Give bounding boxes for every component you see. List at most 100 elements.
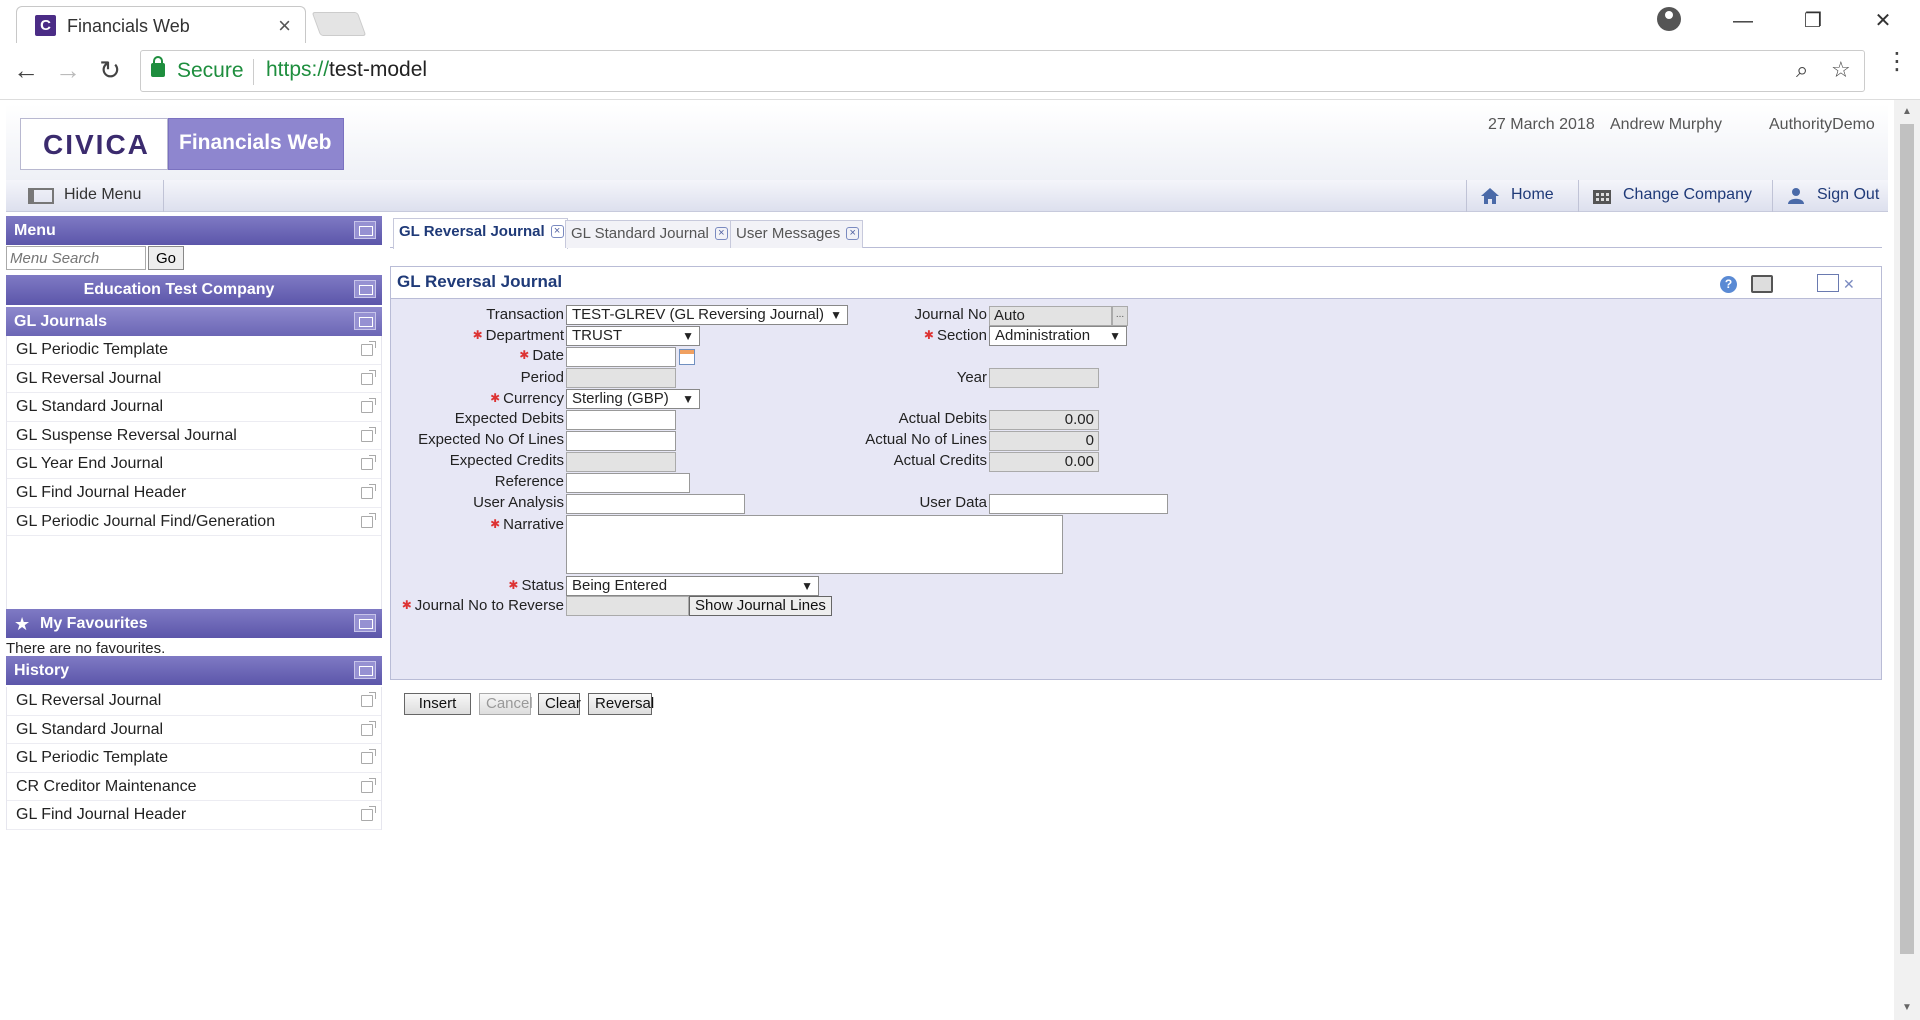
history-item-label: GL Reversal Journal: [16, 692, 162, 709]
open-external-icon[interactable]: [361, 777, 376, 793]
narrative-textarea[interactable]: [566, 515, 1063, 574]
open-external-icon[interactable]: [361, 341, 376, 356]
user-data-input[interactable]: [989, 494, 1168, 514]
back-arrow-icon[interactable]: ←: [8, 55, 44, 86]
sign-out-label: Sign Out: [1817, 186, 1880, 203]
company-toggle-icon[interactable]: [354, 280, 376, 298]
home-link[interactable]: Home: [1466, 180, 1578, 212]
company-header[interactable]: Education Test Company: [6, 275, 382, 305]
app-header: CIVICA Financials Web 27 March 2018 Andr…: [6, 104, 1888, 182]
open-external-icon[interactable]: [361, 806, 376, 822]
page-scrollbar[interactable]: ▲ ▼: [1894, 100, 1920, 1020]
open-external-icon[interactable]: [361, 398, 376, 414]
menu-list: GL Periodic Template GL Reversal Journal…: [6, 336, 382, 609]
popout-window-icon[interactable]: [1817, 274, 1839, 292]
profile-icon[interactable]: [1657, 7, 1681, 31]
open-external-icon[interactable]: [361, 455, 376, 471]
section-select[interactable]: Administration ▼: [989, 326, 1127, 346]
sign-out-link[interactable]: Sign Out: [1772, 180, 1888, 212]
change-company-link[interactable]: Change Company: [1578, 180, 1772, 212]
scroll-down-icon[interactable]: ▼: [1902, 1002, 1912, 1013]
open-external-icon[interactable]: [361, 512, 376, 528]
menu-item-gl-suspense-reversal-journal[interactable]: GL Suspense Reversal Journal: [7, 422, 381, 451]
history-item[interactable]: GL Periodic Template: [7, 744, 381, 773]
civica-logo: CIVICA: [20, 118, 168, 170]
window-close-icon[interactable]: ✕: [1860, 6, 1906, 36]
open-external-icon[interactable]: [361, 426, 376, 442]
tab-close-icon[interactable]: ×: [278, 13, 291, 39]
url-scheme: https://: [266, 58, 330, 81]
open-external-icon[interactable]: [361, 483, 376, 499]
expected-credits-input: [566, 452, 676, 472]
date-input[interactable]: [566, 347, 676, 367]
hide-menu-button[interactable]: Hide Menu: [16, 180, 164, 212]
department-select[interactable]: TRUST ▼: [566, 326, 700, 346]
reference-input[interactable]: [566, 473, 690, 493]
menu-search-go-button[interactable]: Go: [148, 246, 184, 270]
scrollbar-thumb[interactable]: [1900, 124, 1914, 954]
tab-user-messages[interactable]: User Messages ×: [730, 220, 864, 248]
open-external-icon[interactable]: [361, 369, 376, 385]
menu-group-title: GL Journals: [14, 313, 108, 330]
menu-item-gl-standard-journal[interactable]: GL Standard Journal: [7, 393, 381, 422]
open-external-icon[interactable]: [361, 692, 376, 707]
user-analysis-input[interactable]: [566, 494, 745, 514]
tab-gl-standard-journal[interactable]: GL Standard Journal ×: [565, 220, 732, 248]
history-item[interactable]: CR Creditor Maintenance: [7, 773, 381, 802]
tab-gl-reversal-journal[interactable]: GL Reversal Journal ×: [393, 218, 568, 249]
panel-toggle-icon[interactable]: [354, 221, 376, 239]
status-select[interactable]: Being Entered ▼: [566, 576, 819, 596]
journal-lookup-button[interactable]: ...: [1112, 306, 1128, 326]
close-tab-icon[interactable]: ×: [550, 225, 564, 238]
expected-lines-input[interactable]: [566, 431, 676, 451]
expected-debits-label: Expected Debits: [454, 410, 564, 427]
clear-button[interactable]: Clear: [538, 693, 581, 715]
section-value: Administration: [995, 327, 1091, 344]
menu-item-label: GL Find Journal Header: [16, 483, 187, 501]
open-external-icon[interactable]: [361, 749, 376, 765]
favourites-panel-header: ★ My Favourites: [6, 609, 382, 638]
menu-item-gl-year-end-journal[interactable]: GL Year End Journal: [7, 450, 381, 479]
history-item[interactable]: GL Standard Journal: [7, 716, 381, 745]
menu-item-gl-periodic-journal-find[interactable]: GL Periodic Journal Find/Generation: [7, 508, 381, 537]
new-tab-button[interactable]: [311, 12, 367, 36]
calendar-icon[interactable]: [679, 349, 695, 365]
help-icon[interactable]: ?: [1720, 276, 1737, 293]
forward-arrow-icon[interactable]: →: [50, 55, 86, 86]
scroll-up-icon[interactable]: ▲: [1902, 106, 1912, 117]
reversal-button[interactable]: Reversal: [588, 693, 654, 715]
history-toggle-icon[interactable]: [354, 661, 376, 679]
form-title: GL Reversal Journal: [397, 272, 563, 291]
bookmark-star-icon[interactable]: ☆: [1831, 57, 1851, 83]
close-tab-icon[interactable]: ×: [714, 227, 728, 240]
expected-debits-input[interactable]: [566, 410, 676, 430]
menu-item-gl-reversal-journal[interactable]: GL Reversal Journal: [7, 365, 381, 394]
favourites-toggle-icon[interactable]: [354, 614, 376, 632]
address-bar-row: ← → ↻ Secure https://test-model ⌕ ☆ ⋮: [0, 43, 1920, 100]
history-item[interactable]: GL Reversal Journal: [7, 687, 381, 716]
minimize-icon[interactable]: —: [1720, 6, 1766, 36]
reload-icon[interactable]: ↻: [92, 55, 128, 86]
currency-select[interactable]: Sterling (GBP) ▼: [566, 389, 700, 409]
zoom-icon[interactable]: ⌕: [1796, 57, 1808, 83]
group-up-icon[interactable]: [354, 312, 376, 330]
transaction-select[interactable]: TEST-GLREV (GL Reversing Journal) ▼: [566, 305, 848, 325]
insert-button[interactable]: Insert: [404, 693, 471, 715]
menu-item-gl-periodic-template[interactable]: GL Periodic Template: [7, 336, 381, 365]
cancel-button[interactable]: Cancel: [479, 693, 533, 715]
browser-tab[interactable]: C Financials Web ×: [16, 6, 306, 43]
print-icon[interactable]: [1751, 275, 1773, 293]
menu-item-gl-find-journal-header[interactable]: GL Find Journal Header: [7, 479, 381, 508]
browser-menu-icon[interactable]: ⋮: [1885, 47, 1909, 76]
history-item-label: GL Standard Journal: [16, 720, 164, 738]
close-tab-icon[interactable]: ×: [846, 227, 860, 240]
show-journal-lines-button[interactable]: Show Journal Lines: [689, 596, 832, 616]
history-item[interactable]: GL Find Journal Header: [7, 801, 381, 830]
header-authority: AuthorityDemo: [1769, 116, 1875, 133]
close-form-icon[interactable]: ✕: [1843, 276, 1855, 293]
menu-search-input[interactable]: [6, 246, 146, 270]
menu-group-header[interactable]: GL Journals: [6, 307, 382, 336]
open-external-icon[interactable]: [361, 720, 376, 736]
restore-icon[interactable]: ❐: [1790, 6, 1836, 36]
address-input[interactable]: Secure https://test-model ⌕ ☆: [140, 50, 1865, 92]
